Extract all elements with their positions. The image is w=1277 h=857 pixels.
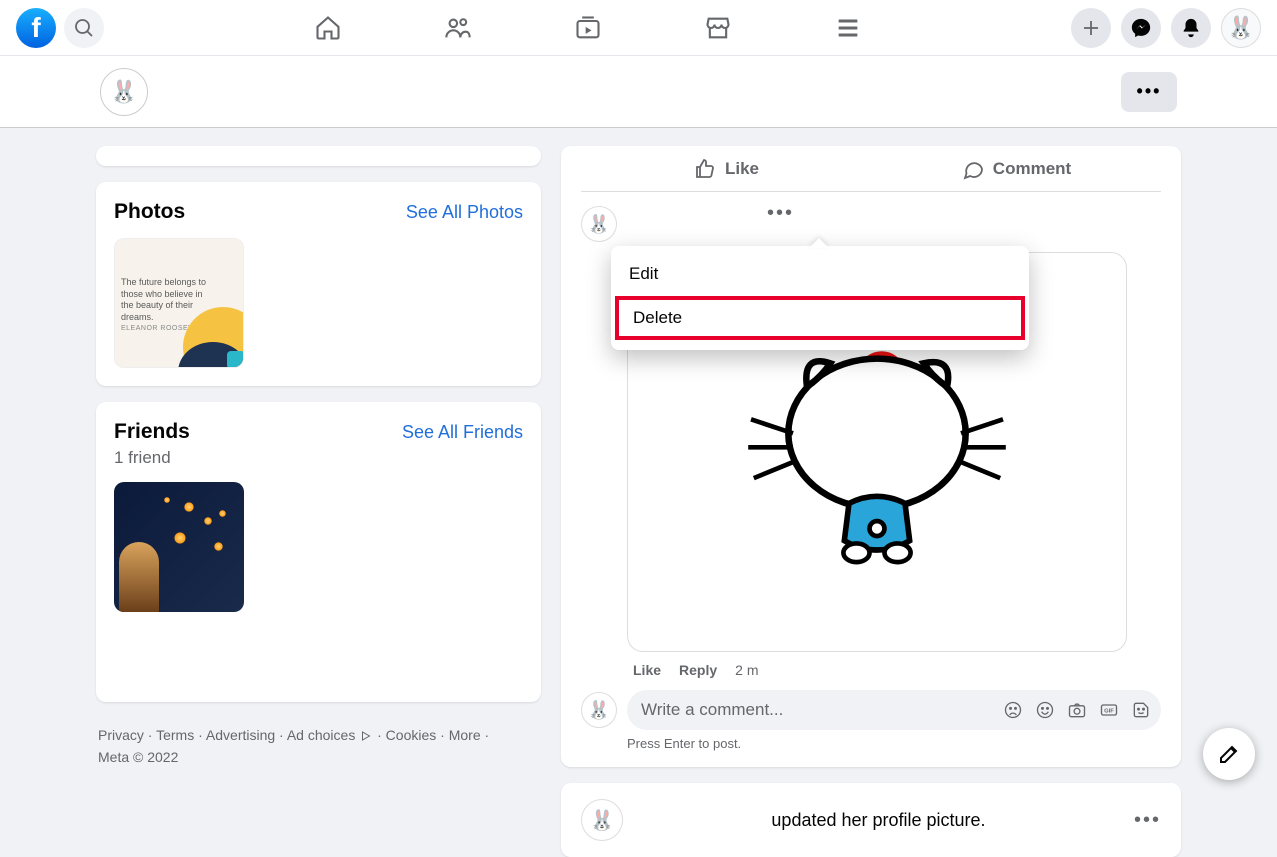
footer-cookies[interactable]: Cookies [386,727,437,743]
comment-label: Comment [993,159,1071,179]
plus-icon [1079,16,1103,40]
comment-icon [961,157,985,181]
emoji-icon[interactable] [1035,700,1055,720]
dots-icon: ••• [1137,81,1162,102]
write-comment-row: 🐰 Write a comment... GIF [581,690,1161,730]
post-card: Like Comment 🐰 ••• Edit Delete [561,146,1181,767]
enter-to-post-hint: Press Enter to post. [627,736,1161,751]
write-avatar[interactable]: 🐰 [581,692,617,728]
left-sidebar: Photos See All Photos The future belongs… [96,146,541,802]
avatar-glyph: 🐰 [588,700,610,721]
comment-options-menu: Edit Delete [611,246,1029,350]
center-nav [104,4,1071,52]
right-nav: 🐰 [1071,8,1261,48]
sticker-icon[interactable] [1131,700,1151,720]
footer-links: Privacy · Terms · Advertising · Ad choic… [96,718,541,775]
avatar-glyph: 🐰 [588,214,610,235]
like-button[interactable]: Like [581,146,871,191]
watch-icon [574,14,602,42]
comment-input-icons: GIF [1003,700,1151,720]
photos-title: Photos [114,200,185,224]
footer-terms[interactable]: Terms [156,727,194,743]
nav-marketplace[interactable] [688,4,748,52]
avatar-sticker-icon[interactable] [1003,700,1023,720]
next-post-options[interactable]: ••• [1134,809,1161,832]
facebook-logo[interactable]: f [16,8,56,48]
photos-card: Photos See All Photos The future belongs… [96,182,541,386]
like-label: Like [725,159,759,179]
next-post-text: updated her profile picture. [635,810,1122,831]
adchoices-icon [359,730,373,742]
search-button[interactable] [64,8,104,48]
messenger-icon [1130,17,1152,39]
comment-reply-link[interactable]: Reply [679,662,717,678]
marketplace-icon [704,14,732,42]
create-button[interactable] [1071,8,1111,48]
compose-icon [1217,742,1241,766]
next-post-card: 🐰 updated her profile picture. ••• [561,783,1181,857]
avatar-glyph: 🐰 [110,79,137,105]
friends-count: 1 friend [114,448,523,468]
footer-more[interactable]: More [449,727,481,743]
comment-placeholder: Write a comment... [641,700,783,720]
search-icon [72,16,96,40]
like-icon [693,157,717,181]
profile-more-button[interactable]: ••• [1121,72,1177,112]
friends-icon [444,14,472,42]
avatar-glyph: 🐰 [1227,15,1254,41]
camera-icon[interactable] [1067,700,1087,720]
header-avatar[interactable]: 🐰 [1221,8,1261,48]
next-post-avatar[interactable]: 🐰 [581,799,623,841]
friends-card: Friends See All Friends 1 friend [96,402,541,702]
comment-time: 2 m [735,662,758,678]
compose-fab[interactable] [1203,728,1255,780]
home-icon [314,14,342,42]
nav-menu[interactable] [818,4,878,52]
notifications-button[interactable] [1171,8,1211,48]
feed-column: Like Comment 🐰 ••• Edit Delete [561,146,1181,802]
comment-options-button[interactable]: ••• [767,202,794,242]
bell-icon [1180,17,1202,39]
friend-thumbnail[interactable] [114,482,244,612]
profile-subnav-avatar[interactable]: 🐰 [100,68,148,116]
svg-text:GIF: GIF [1104,709,1114,715]
menu-delete[interactable]: Delete [615,296,1025,340]
photo-thumbnail[interactable]: The future belongs to those who believe … [114,238,244,368]
comment-input[interactable]: Write a comment... GIF [627,690,1161,730]
see-all-friends-link[interactable]: See All Friends [402,422,523,443]
comment-row: 🐰 ••• Edit Delete [581,206,1161,242]
comment-avatar[interactable]: 🐰 [581,206,617,242]
see-all-photos-link[interactable]: See All Photos [406,202,523,223]
comment-button[interactable]: Comment [871,146,1161,191]
profile-subnav: 🐰 ••• [0,56,1277,128]
messenger-button[interactable] [1121,8,1161,48]
hamburger-icon [834,14,862,42]
hello-kitty-sticker [737,312,1017,592]
footer-adchoices[interactable]: Ad choices [287,727,355,743]
friends-title: Friends [114,420,190,444]
intro-card-stub [96,146,541,166]
post-action-bar: Like Comment [581,146,1161,192]
comment-actions: Like Reply 2 m [633,662,1161,678]
nav-friends[interactable] [428,4,488,52]
page-content: Photos See All Photos The future belongs… [0,128,1277,802]
comment-like-link[interactable]: Like [633,662,661,678]
footer-advertising[interactable]: Advertising [206,727,275,743]
avatar-glyph: 🐰 [590,808,615,833]
footer-copyright: Meta © 2022 [98,749,178,765]
nav-watch[interactable] [558,4,618,52]
nav-home[interactable] [298,4,358,52]
footer-privacy[interactable]: Privacy [98,727,144,743]
top-navbar: f 🐰 [0,0,1277,56]
gif-icon[interactable]: GIF [1099,700,1119,720]
menu-edit[interactable]: Edit [611,254,1029,294]
